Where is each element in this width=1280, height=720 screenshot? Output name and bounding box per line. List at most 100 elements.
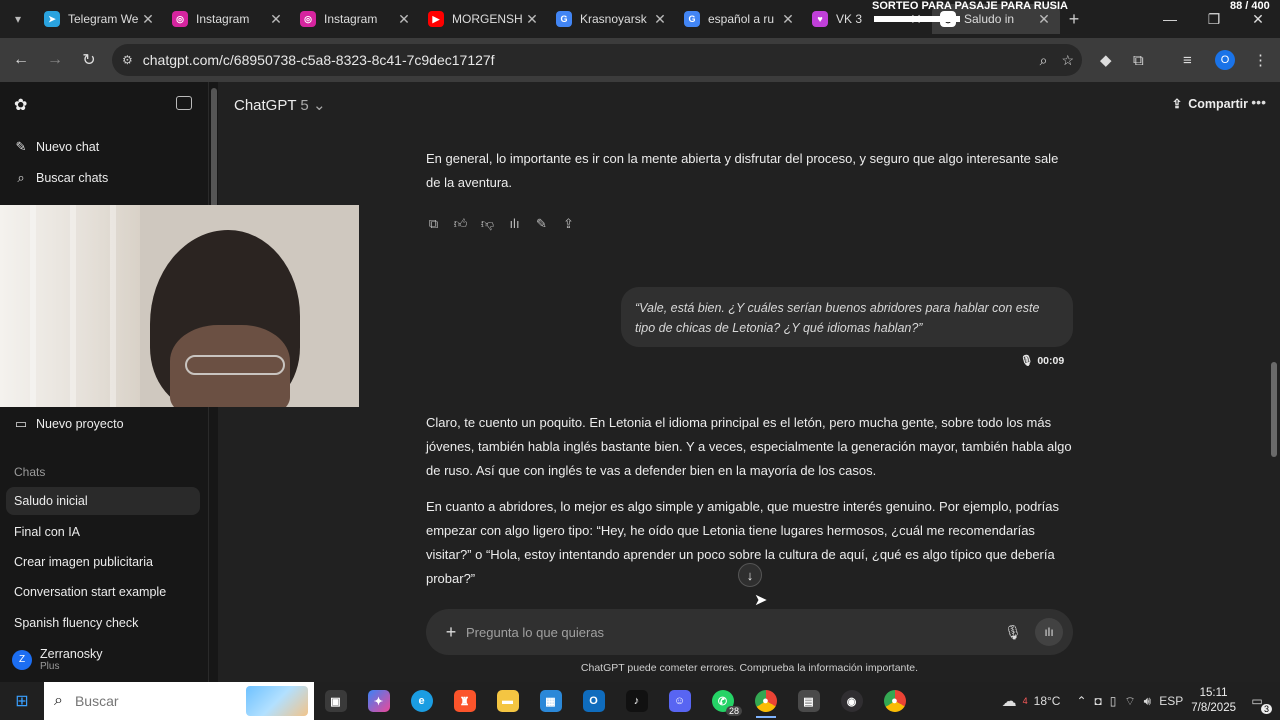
dictate-microphone-icon[interactable]: 🎙︎ bbox=[1001, 624, 1025, 641]
thumbs-down-icon[interactable]: 👎︎ bbox=[480, 216, 495, 232]
temperature: 18°C bbox=[1033, 694, 1061, 708]
chat-item-saludo-inicial[interactable]: Saludo inicial bbox=[6, 487, 200, 515]
address-bar[interactable]: ⚙ chatgpt.com/c/68950738-c5a8-8323-8c41-… bbox=[112, 44, 1082, 76]
browser-tab[interactable]: ➤ Telegram We ✕ bbox=[36, 4, 164, 34]
webcam-tray-icon[interactable]: ◘ bbox=[1095, 694, 1102, 708]
minimize-icon[interactable]: — bbox=[1148, 0, 1192, 38]
taskbar-search[interactable]: ⌕ bbox=[44, 682, 314, 720]
tab-search-icon[interactable]: ▾ bbox=[0, 0, 36, 38]
windows-taskbar: ⊞ ⌕ ▣ ✦ e ♜ ▬ ▦ O ♪ ☺ ✆28 ● ▤ ◉ ● ☁ 4 18… bbox=[0, 682, 1280, 720]
tab-close-icon[interactable]: ✕ bbox=[524, 11, 540, 28]
browser-tab[interactable]: Gespañol a ru ✕ bbox=[676, 4, 804, 34]
sidebar-toggle-icon[interactable] bbox=[176, 96, 192, 110]
openai-logo-icon[interactable]: ✿ bbox=[14, 95, 32, 114]
battery-icon[interactable]: ▯ bbox=[1110, 694, 1117, 708]
read-aloud-icon[interactable]: ılı bbox=[507, 216, 522, 232]
back-icon[interactable]: ← bbox=[4, 51, 38, 69]
tab-favicon-icon: G bbox=[684, 11, 700, 27]
chat-item-conversation-start[interactable]: Conversation start example bbox=[6, 578, 200, 606]
tab-close-icon[interactable]: ✕ bbox=[780, 11, 796, 28]
clock[interactable]: 15:11 7/8/2025 bbox=[1191, 686, 1236, 716]
reload-icon[interactable]: ↻ bbox=[72, 50, 106, 70]
tab-close-icon[interactable]: ✕ bbox=[396, 11, 412, 28]
profile-avatar[interactable]: O bbox=[1215, 38, 1235, 82]
forward-icon[interactable]: → bbox=[38, 51, 72, 69]
browser-tab[interactable]: G Krasnoyarsk ✕ bbox=[548, 4, 676, 34]
calculator-icon[interactable]: ▤ bbox=[787, 682, 830, 720]
blind-slat bbox=[110, 205, 116, 407]
person-glasses bbox=[185, 355, 285, 375]
share-message-icon[interactable]: ⇪ bbox=[561, 216, 576, 232]
obs-icon[interactable]: ◉ bbox=[830, 682, 873, 720]
chrome-icon[interactable]: ● bbox=[744, 682, 787, 720]
search-chats-button[interactable]: ⌕ Buscar chats bbox=[14, 170, 108, 186]
bookmark-star-icon[interactable]: ☆ bbox=[1061, 52, 1074, 69]
message-actions: ⧉ 👍︎ 👎︎ ılı ✎ ⇪ bbox=[426, 216, 576, 232]
language-indicator[interactable]: ESP bbox=[1159, 694, 1183, 708]
weather-badge: 4 bbox=[1022, 696, 1028, 706]
user-menu[interactable]: Z Zerranosky Plus bbox=[12, 647, 103, 672]
tab-favicon-icon: ◎ bbox=[300, 11, 316, 27]
url-text[interactable]: chatgpt.com/c/68950738-c5a8-8323-8c41-7c… bbox=[143, 52, 495, 68]
extensions-puzzle-icon[interactable]: ⧉ bbox=[1133, 38, 1144, 82]
voice-mode-button[interactable]: ılı bbox=[1035, 618, 1063, 646]
chat-item-final-con-ia[interactable]: Final con IA bbox=[6, 518, 200, 546]
model-selector[interactable]: ChatGPT 5 ⌄ bbox=[234, 96, 326, 114]
chrome-profile-icon[interactable]: ● bbox=[873, 682, 916, 720]
tab-close-icon[interactable]: ✕ bbox=[268, 11, 284, 28]
browser-tab[interactable]: ◎ Instagram ✕ bbox=[292, 4, 420, 34]
chevron-up-icon[interactable]: ⌃ bbox=[1076, 694, 1086, 708]
new-project-button[interactable]: ▭ Nuevo proyecto bbox=[14, 416, 124, 432]
browser-menu-icon[interactable]: ⋮ bbox=[1253, 38, 1268, 82]
discord-icon[interactable]: ☺ bbox=[658, 682, 701, 720]
brave-icon[interactable]: ♜ bbox=[443, 682, 486, 720]
main-scroll-thumb[interactable] bbox=[1271, 362, 1277, 457]
clock-time: 15:11 bbox=[1199, 687, 1228, 699]
sidebar-scroll-thumb[interactable] bbox=[211, 88, 217, 208]
main-scrollbar[interactable] bbox=[1268, 122, 1280, 682]
webcam-overlay bbox=[0, 205, 359, 407]
windows-start-icon[interactable]: ⊞ bbox=[0, 691, 44, 711]
site-info-icon[interactable]: ⚙ bbox=[122, 53, 133, 67]
plus-icon[interactable]: + bbox=[436, 622, 466, 643]
thumbs-up-icon[interactable]: 👍︎ bbox=[453, 216, 468, 232]
new-chat-button[interactable]: ✎ Nuevo chat bbox=[14, 139, 100, 155]
browser-tab[interactable]: ▶ MORGENSH ✕ bbox=[420, 4, 548, 34]
voice-message-indicator: 🎙︎ 00:09 bbox=[1020, 354, 1064, 368]
media-control-icon[interactable]: ≡ bbox=[1183, 38, 1192, 82]
whatsapp-icon[interactable]: ✆ 28 bbox=[701, 682, 744, 720]
taskbar-search-input[interactable] bbox=[74, 693, 225, 709]
browser-tab[interactable]: ◎ Instagram ✕ bbox=[164, 4, 292, 34]
weather-widget[interactable]: ☁ 4 18°C bbox=[1002, 692, 1061, 710]
wifi-icon[interactable]: ⌔ bbox=[1124, 694, 1135, 709]
scroll-to-bottom-button[interactable]: ↓ bbox=[738, 563, 762, 587]
tab-close-icon[interactable]: ✕ bbox=[1036, 11, 1052, 28]
chat-main: ChatGPT 5 ⌄ ⇪ Compartir ••• En general, … bbox=[218, 82, 1280, 682]
copy-icon[interactable]: ⧉ bbox=[426, 216, 441, 232]
microsoft-store-icon[interactable]: ▦ bbox=[529, 682, 572, 720]
tab-close-icon[interactable]: ✕ bbox=[140, 11, 156, 28]
extension-icon[interactable]: ◆ bbox=[1100, 38, 1112, 82]
browser-tab-strip: ▾ ➤ Telegram We ✕ ◎ Instagram ✕ ◎ Instagram ✕ ▶ MO… bbox=[0, 0, 1280, 38]
edit-in-canvas-icon[interactable]: ✎ bbox=[534, 216, 549, 232]
tiktok-icon[interactable]: ♪ bbox=[615, 682, 658, 720]
edge-icon[interactable]: e bbox=[400, 682, 443, 720]
volume-icon[interactable]: 🔊︎ bbox=[1144, 694, 1152, 709]
user-message: “Vale, está bien. ¿Y cuáles serían bueno… bbox=[621, 287, 1073, 347]
chat-item-spanish-fluency[interactable]: Spanish fluency check bbox=[6, 609, 200, 637]
copilot-icon[interactable]: ✦ bbox=[357, 682, 400, 720]
chat-item-crear-imagen[interactable]: Crear imagen publicitaria bbox=[6, 548, 200, 576]
stream-overlay-banner: SORTEO PARA PASAJE PARA RUSIA bbox=[872, 0, 1068, 12]
browser-toolbar: ← → ↻ ⚙ chatgpt.com/c/68950738-c5a8-8323… bbox=[0, 38, 1280, 82]
avatar: Z bbox=[12, 649, 32, 670]
tab-title: español a ru bbox=[708, 12, 775, 26]
task-view-icon[interactable]: ▣ bbox=[314, 682, 357, 720]
file-explorer-icon[interactable]: ▬ bbox=[486, 682, 529, 720]
zoom-icon[interactable]: ⌕ bbox=[1040, 52, 1048, 69]
tab-close-icon[interactable]: ✕ bbox=[652, 11, 668, 28]
outlook-icon[interactable]: O bbox=[572, 682, 615, 720]
share-button[interactable]: ⇪ Compartir bbox=[1172, 96, 1248, 112]
notifications-icon[interactable]: ▭ 3 bbox=[1244, 690, 1272, 714]
more-options-icon[interactable]: ••• bbox=[1251, 94, 1266, 110]
prompt-input[interactable] bbox=[466, 624, 1001, 640]
